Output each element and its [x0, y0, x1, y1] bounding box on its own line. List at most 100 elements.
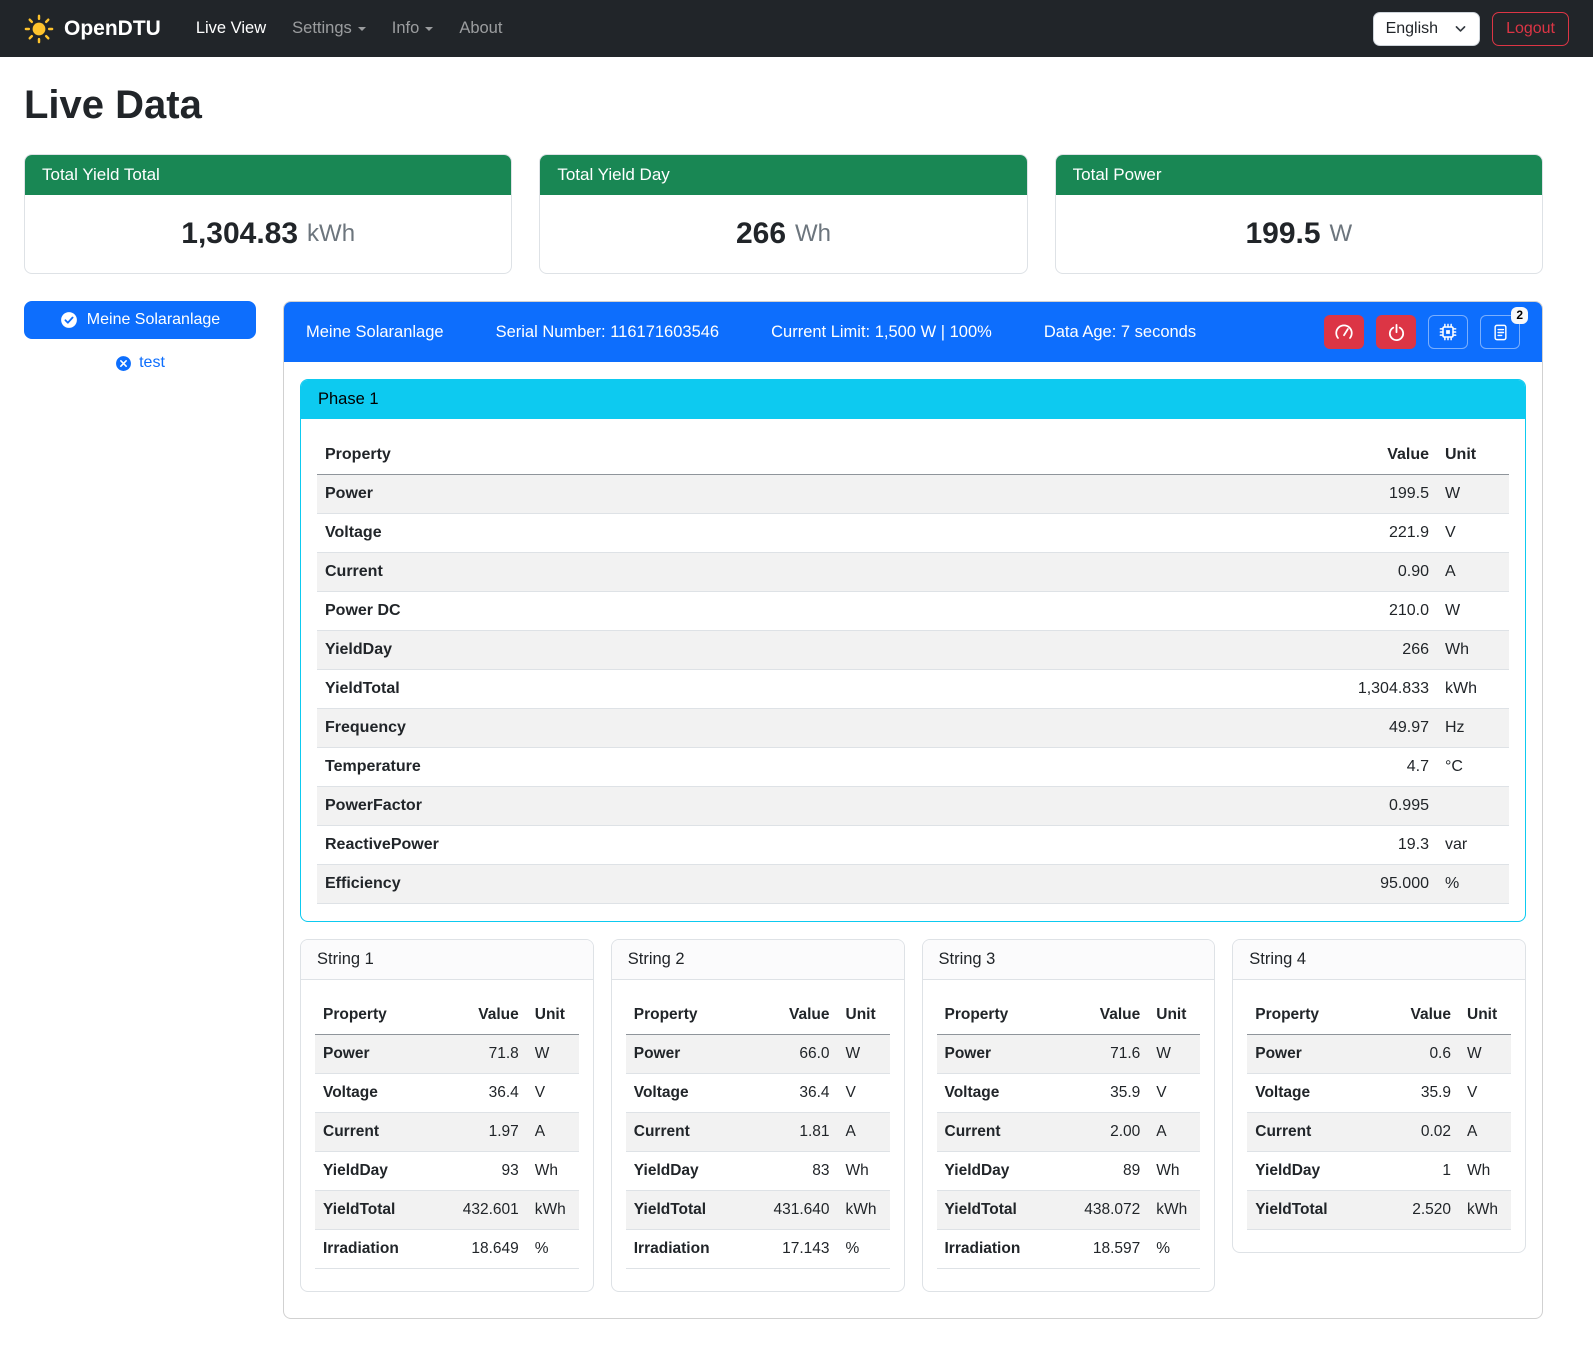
table-row: Voltage35.9V [937, 1074, 1201, 1113]
cell-unit: kWh [838, 1191, 890, 1230]
check-circle-icon [60, 311, 78, 329]
cell-value: 438.072 [1055, 1191, 1148, 1230]
column-header-property: Property [317, 436, 987, 475]
string-card: String 1PropertyValueUnitPower71.8WVolta… [300, 939, 594, 1292]
table-row: Power0.6W [1247, 1035, 1511, 1074]
cell-value: 18.597 [1055, 1230, 1148, 1269]
cell-value: 4.7 [987, 748, 1437, 787]
cell-value: 221.9 [987, 514, 1437, 553]
table-row: Frequency49.97Hz [317, 709, 1509, 748]
string-card-title: String 4 [1233, 940, 1525, 980]
chevron-down-icon [425, 27, 433, 31]
nav-settings[interactable]: Settings [279, 11, 379, 46]
cell-value: 71.8 [434, 1035, 527, 1074]
column-header-unit: Unit [1148, 996, 1200, 1035]
cell-unit: kWh [527, 1191, 579, 1230]
cell-property: YieldDay [317, 631, 987, 670]
cell-property: Irradiation [315, 1230, 434, 1269]
table-header-row: PropertyValueUnit [315, 996, 579, 1035]
table-row: Irradiation18.649% [315, 1230, 579, 1269]
power-toggle-button[interactable] [1376, 315, 1416, 349]
cell-value: 36.4 [744, 1074, 837, 1113]
gauge-icon [1334, 322, 1354, 342]
cell-property: Power [1247, 1035, 1376, 1074]
inverter-name: Meine Solaranlage [306, 323, 444, 342]
cell-property: ReactivePower [317, 826, 987, 865]
cell-value: 1.97 [434, 1113, 527, 1152]
table-row: Voltage36.4V [626, 1074, 890, 1113]
cell-value: 19.3 [987, 826, 1437, 865]
string-card: String 3PropertyValueUnitPower71.6WVolta… [922, 939, 1216, 1292]
cell-value: 2.520 [1376, 1191, 1459, 1230]
cell-unit: kWh [1459, 1191, 1511, 1230]
inverter-button-inactive[interactable]: test [24, 354, 256, 372]
x-circle-icon [115, 355, 132, 372]
cell-property: Power [626, 1035, 745, 1074]
table-row: YieldTotal438.072kWh [937, 1191, 1201, 1230]
cell-value: 0.90 [987, 553, 1437, 592]
cell-value: 1.81 [744, 1113, 837, 1152]
cell-property: Current [1247, 1113, 1376, 1152]
event-count-badge: 2 [1511, 307, 1528, 324]
language-select-value: English [1386, 20, 1438, 38]
table-row: YieldDay83Wh [626, 1152, 890, 1191]
summary-card-title: Total Power [1056, 155, 1542, 195]
event-log-button[interactable]: 2 [1480, 315, 1520, 349]
summary-card-value: 1,304.83 [181, 217, 298, 251]
summary-card-title: Total Yield Day [540, 155, 1026, 195]
language-select[interactable]: English [1373, 12, 1480, 46]
cell-property: Power DC [317, 592, 987, 631]
table-row: ReactivePower19.3var [317, 826, 1509, 865]
nav-info[interactable]: Info [379, 11, 447, 46]
brand-label: OpenDTU [64, 17, 161, 41]
summary-card-yield-total: Total Yield Total 1,304.83 kWh [24, 154, 512, 274]
cell-value: 199.5 [987, 475, 1437, 514]
chevron-down-icon [1454, 22, 1467, 35]
nav-live-view[interactable]: Live View [183, 11, 279, 46]
table-row: Irradiation18.597% [937, 1230, 1201, 1269]
column-header-value: Value [434, 996, 527, 1035]
cell-value: 210.0 [987, 592, 1437, 631]
string-table: PropertyValueUnitPower71.6WVoltage35.9VC… [937, 996, 1201, 1269]
cell-unit: A [1437, 553, 1509, 592]
table-row: Current1.97A [315, 1113, 579, 1152]
table-row: YieldTotal2.520kWh [1247, 1191, 1511, 1230]
inverter-button-active[interactable]: Meine Solaranlage [24, 301, 256, 339]
table-row: YieldDay93Wh [315, 1152, 579, 1191]
table-row: Power66.0W [626, 1035, 890, 1074]
table-header-row: PropertyValueUnit [1247, 996, 1511, 1035]
cell-property: Current [626, 1113, 745, 1152]
table-row: Current0.90A [317, 553, 1509, 592]
column-header-unit: Unit [1459, 996, 1511, 1035]
inverter-button-label: Meine Solaranlage [87, 311, 220, 329]
app-brand[interactable]: OpenDTU [24, 14, 161, 44]
logout-button[interactable]: Logout [1492, 12, 1569, 46]
table-row: Power DC210.0W [317, 592, 1509, 631]
table-row: Voltage221.9V [317, 514, 1509, 553]
table-row: PowerFactor0.995 [317, 787, 1509, 826]
table-row: YieldTotal1,304.833kWh [317, 670, 1509, 709]
column-header-value: Value [744, 996, 837, 1035]
nav-settings-label: Settings [292, 19, 352, 38]
cell-property: Irradiation [937, 1230, 1056, 1269]
cell-value: 0.995 [987, 787, 1437, 826]
string-table: PropertyValueUnitPower0.6WVoltage35.9VCu… [1247, 996, 1511, 1230]
cell-unit: °C [1437, 748, 1509, 787]
cell-value: 95.000 [987, 865, 1437, 904]
table-header-row: PropertyValueUnit [626, 996, 890, 1035]
nav-about[interactable]: About [446, 11, 515, 46]
cell-unit: V [1437, 514, 1509, 553]
cell-value: 49.97 [987, 709, 1437, 748]
cell-unit: W [1148, 1035, 1200, 1074]
phase-table: Property Value Unit Power199.5WVoltage22… [317, 436, 1509, 904]
cell-value: 1 [1376, 1152, 1459, 1191]
cell-property: Temperature [317, 748, 987, 787]
summary-card-unit: W [1330, 220, 1353, 248]
device-info-button[interactable] [1428, 315, 1468, 349]
inverter-button-label: test [139, 354, 165, 372]
summary-card-title: Total Yield Total [25, 155, 511, 195]
cell-unit: W [527, 1035, 579, 1074]
limit-settings-button[interactable] [1324, 315, 1364, 349]
cell-unit: kWh [1437, 670, 1509, 709]
cell-unit: var [1437, 826, 1509, 865]
